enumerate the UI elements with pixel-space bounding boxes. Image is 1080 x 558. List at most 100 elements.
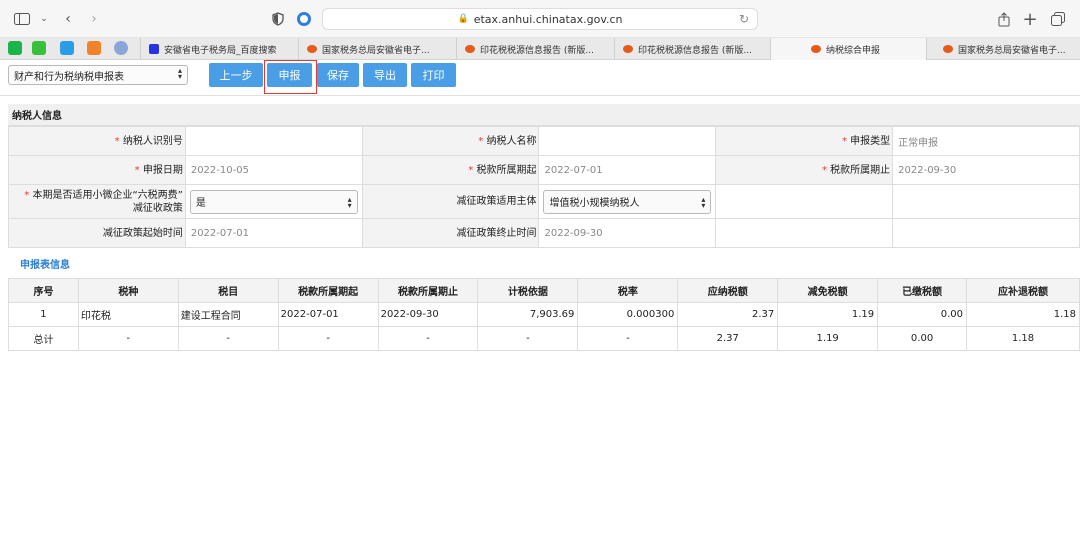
address-bar[interactable]: 🔒 etax.anhui.chinatax.gov.cn ↻ [322, 8, 758, 30]
save-button[interactable]: 保存 [317, 63, 359, 87]
select-arrows-icon: ▴ ▾ [347, 194, 352, 210]
column-header: 已缴税额 [877, 278, 968, 303]
policy-applicable-value: 是 [195, 198, 206, 209]
print-button[interactable]: 打印 [411, 63, 456, 87]
tab-overview-icon[interactable] [1048, 9, 1068, 29]
tax-emblem-icon [623, 45, 633, 53]
policy-applicable-cell: 是 ▴ ▾ [184, 184, 363, 219]
policy-end-label: 减征政策终止时间 [361, 218, 540, 248]
main-content: 纳税人信息 * 纳税人识别号 * 纳税人名称 * 申报类型 正常申报 * 申报日… [8, 104, 1080, 351]
column-header: 税目 [177, 278, 279, 303]
period-start-value: 2022-07-01 [538, 155, 717, 185]
table-cell: 1.19 [777, 326, 879, 351]
empty-cell [892, 184, 1080, 219]
table-cell: 1.18 [966, 326, 1080, 351]
favorite-icon-4[interactable] [87, 41, 101, 55]
baidu-icon [149, 44, 159, 54]
declare-button[interactable]: 申报 [267, 63, 312, 87]
column-header: 序号 [8, 278, 79, 303]
column-header: 应补退税额 [966, 278, 1080, 303]
extension-icon[interactable] [294, 9, 314, 29]
policy-applicable-select[interactable]: 是 ▴ ▾ [189, 189, 358, 214]
browser-toolbar: ⌄ ‹ › 🔒 etax.anhui.chinatax.gov.cn ↻ + [0, 0, 1080, 38]
url-text: etax.anhui.chinatax.gov.cn [473, 12, 623, 26]
tab-comprehensive-declaration[interactable]: 纳税综合申报 [770, 38, 926, 60]
table-cell: - [577, 326, 679, 351]
table-cell: 1 [8, 302, 79, 327]
table-cell: 0.00 [877, 326, 968, 351]
tab-etax-2[interactable]: 国家税务总局安徽省电子... [926, 38, 1080, 60]
bilibili-icon[interactable] [60, 41, 74, 55]
column-header: 应纳税额 [677, 278, 779, 303]
policy-end-value: 2022-09-30 [538, 218, 717, 248]
form-type-select[interactable]: 财产和行为税纳税申报表 ▴ ▾ [8, 65, 188, 85]
reload-icon[interactable]: ↻ [739, 12, 749, 26]
prev-step-button[interactable]: 上一步 [209, 63, 263, 87]
table-cell: 2022-09-30 [377, 302, 479, 327]
table-cell: 1.19 [777, 302, 879, 327]
forward-icon[interactable]: › [84, 9, 104, 29]
form-type-value: 财产和行为税纳税申报表 [14, 71, 124, 83]
favorite-icon-2[interactable] [32, 41, 46, 55]
declare-type-label: * 申报类型 [715, 126, 894, 156]
period-end-value: 2022-09-30 [892, 155, 1080, 185]
table-cell: 7,903.69 [477, 302, 579, 327]
column-header: 计税依据 [477, 278, 579, 303]
shield-icon[interactable] [268, 9, 288, 29]
sidebar-toggle-icon[interactable] [12, 9, 32, 29]
table-cell: - [377, 326, 479, 351]
table-cell: 2.37 [677, 302, 779, 327]
favorite-icon-1[interactable] [8, 41, 22, 55]
empty-cell [715, 218, 894, 248]
tab-label: 安徽省电子税务局_百度搜索 [164, 45, 277, 56]
taxpayer-id-value [184, 126, 363, 156]
lock-icon: 🔒 [457, 14, 469, 24]
tax-emblem-icon [943, 45, 953, 53]
select-arrows-icon: ▴ ▾ [701, 194, 706, 210]
table-cell: 0.00 [877, 302, 968, 327]
empty-cell [715, 184, 894, 219]
table-cell: 印花税 [77, 302, 179, 327]
export-button[interactable]: 导出 [363, 63, 407, 87]
tab-stamp-tax-2[interactable]: 印花税税源信息报告 (新版... [614, 38, 770, 60]
tab-label: 印花税税源信息报告 (新版... [638, 45, 752, 56]
empty-cell [892, 218, 1080, 248]
taxpayer-name-label: * 纳税人名称 [361, 126, 540, 156]
tax-emblem-icon [307, 45, 317, 53]
table-total-row: 总计 - - - - - - 2.37 1.19 0.00 1.18 [8, 326, 1080, 351]
tax-emblem-icon [811, 45, 821, 53]
declare-date-label: * 申报日期 [8, 155, 186, 185]
table-cell: 建设工程合同 [177, 302, 279, 327]
table-cell: 1.18 [966, 302, 1080, 327]
column-header: 减免税额 [777, 278, 879, 303]
table-cell: - [277, 326, 379, 351]
tab-stamp-tax-1[interactable]: 印花税税源信息报告 (新版... [456, 38, 614, 60]
back-icon[interactable]: ‹ [58, 9, 78, 29]
table-header-row: 序号 税种 税目 税款所属期起 税款所属期止 计税依据 税率 应纳税额 减免税额… [8, 278, 1080, 303]
column-header: 税率 [577, 278, 679, 303]
table-row[interactable]: 1 印花税 建设工程合同 2022-07-01 2022-09-30 7,903… [8, 302, 1080, 327]
period-end-label: * 税款所属期止 [715, 155, 894, 185]
policy-applicable-label: * 本期是否适用小微企业“六税两费” 减征收政策 [8, 184, 186, 219]
table-cell: 2022-07-01 [277, 302, 379, 327]
tab-label: 国家税务总局安徽省电子... [322, 45, 430, 56]
tab-etax-1[interactable]: 国家税务总局安徽省电子... [298, 38, 456, 60]
policy-subject-select[interactable]: 增值税小规模纳税人 ▴ ▾ [543, 189, 712, 214]
period-start-label: * 税款所属期起 [361, 155, 540, 185]
tab-baidu-search[interactable]: 安徽省电子税务局_百度搜索 [140, 38, 298, 60]
table-cell: 2.37 [677, 326, 779, 351]
tab-bar: 安徽省电子税务局_百度搜索 国家税务总局安徽省电子... 印花税税源信息报告 (… [0, 38, 1080, 60]
table-cell: - [77, 326, 179, 351]
column-header: 税款所属期起 [277, 278, 379, 303]
favorite-icon-5[interactable] [114, 41, 128, 55]
policy-subject-label: 减征政策适用主体 [361, 184, 540, 219]
tab-label: 纳税综合申报 [826, 45, 881, 56]
action-bar: 财产和行为税纳税申报表 ▴ ▾ 上一步 申报 保存 导出 打印 [0, 60, 1080, 96]
chevron-down-icon[interactable]: ⌄ [34, 9, 54, 29]
share-icon[interactable] [994, 9, 1014, 29]
declaration-table: 序号 税种 税目 税款所属期起 税款所属期止 计税依据 税率 应纳税额 减免税额… [8, 278, 1080, 351]
taxpayer-section-title: 纳税人信息 [8, 104, 1080, 126]
new-tab-icon[interactable]: + [1020, 9, 1040, 30]
declaration-section-title: 申报表信息 [20, 259, 70, 271]
table-cell: 总计 [8, 326, 79, 351]
